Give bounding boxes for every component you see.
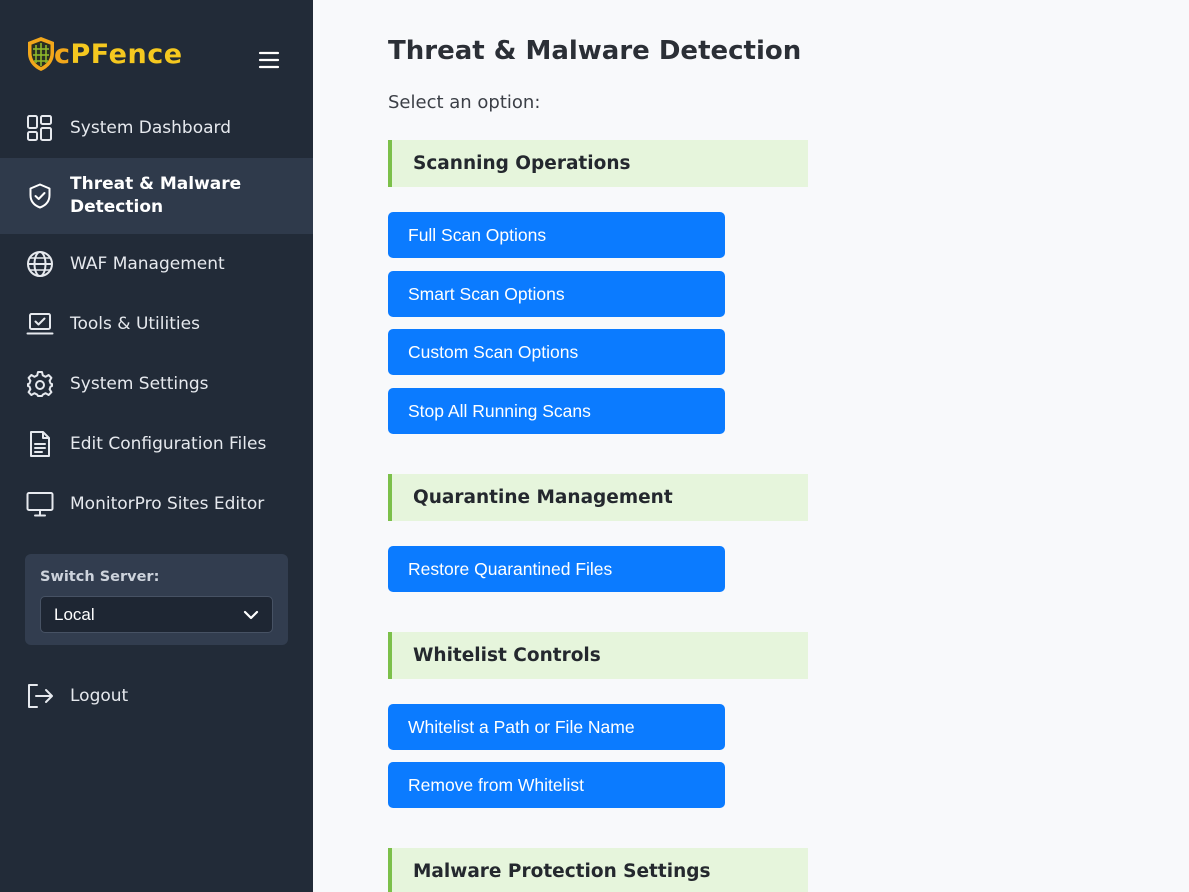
stop-all-running-scans-button[interactable]: Stop All Running Scans (388, 388, 725, 434)
globe-icon (26, 250, 54, 278)
section-title: Scanning Operations (413, 153, 631, 174)
laptop-check-icon (26, 310, 54, 338)
whitelist-path-button[interactable]: Whitelist a Path or File Name (388, 704, 725, 750)
brand-name: cPFence (54, 38, 183, 70)
remove-from-whitelist-button[interactable]: Remove from Whitelist (388, 762, 725, 808)
hamburger-menu-icon[interactable] (254, 47, 284, 73)
sidebar-item-label: WAF Management (70, 253, 225, 274)
logout-link[interactable]: Logout (0, 666, 313, 726)
brand-logo[interactable]: cPFence (26, 34, 183, 74)
sidebar-item-label: Threat & Malware Detection (70, 174, 242, 217)
main-content: Threat & Malware Detection Select an opt… (313, 0, 1189, 892)
section-title: Quarantine Management (413, 487, 673, 508)
sidebar-item-label: MonitorPro Sites Editor (70, 493, 265, 514)
sidebar-nav: System Dashboard Threat & Malware Detect… (0, 98, 313, 534)
full-scan-options-button[interactable]: Full Scan Options (388, 212, 725, 258)
sidebar-item-label: Tools & Utilities (70, 313, 200, 334)
shield-check-icon (26, 182, 54, 210)
file-text-icon (26, 430, 54, 458)
switch-server-panel: Switch Server: Local (25, 554, 288, 645)
restore-quarantined-files-button[interactable]: Restore Quarantined Files (388, 546, 725, 592)
sidebar-item-system-dashboard[interactable]: System Dashboard (0, 98, 313, 158)
sidebar-item-edit-configuration-files[interactable]: Edit Configuration Files (0, 414, 313, 474)
logout-link-wrapper: Logout (0, 666, 313, 726)
section-quarantine-management: Quarantine Management (388, 474, 808, 521)
server-select[interactable]: Local (40, 596, 273, 633)
sidebar-item-tools-utilities[interactable]: Tools & Utilities (0, 294, 313, 354)
server-select-value: Local (54, 604, 95, 624)
section-whitelist-controls: Whitelist Controls (388, 632, 808, 679)
sidebar-item-label: System Settings (70, 373, 209, 394)
sidebar-item-label: System Dashboard (70, 117, 232, 138)
section-scanning-operations: Scanning Operations (388, 140, 808, 187)
section-malware-protection-settings: Malware Protection Settings (388, 848, 808, 892)
page-subtitle: Select an option: (388, 92, 541, 113)
logout-label: Logout (70, 685, 129, 706)
sidebar-item-threat-malware-detection[interactable]: Threat & Malware Detection (0, 158, 313, 234)
shield-logo-icon (28, 37, 54, 71)
sidebar-item-waf-management[interactable]: WAF Management (0, 234, 313, 294)
section-title: Malware Protection Settings (413, 861, 711, 882)
custom-scan-options-button[interactable]: Custom Scan Options (388, 329, 725, 375)
sidebar-item-system-settings[interactable]: System Settings (0, 354, 313, 414)
logout-icon (26, 682, 54, 710)
switch-server-label: Switch Server: (40, 569, 160, 585)
sidebar-item-label: Edit Configuration Files (70, 433, 267, 454)
gear-icon (26, 370, 54, 398)
sidebar-item-monitorpro-sites-editor[interactable]: MonitorPro Sites Editor (0, 474, 313, 534)
smart-scan-options-button[interactable]: Smart Scan Options (388, 271, 725, 317)
sidebar: cPFence System Dashboard Threat & Malwar… (0, 0, 313, 892)
monitor-icon (26, 490, 54, 518)
section-title: Whitelist Controls (413, 645, 601, 666)
dashboard-grid-icon (26, 114, 54, 142)
chevron-down-icon (243, 610, 259, 620)
page-title: Threat & Malware Detection (388, 36, 802, 66)
